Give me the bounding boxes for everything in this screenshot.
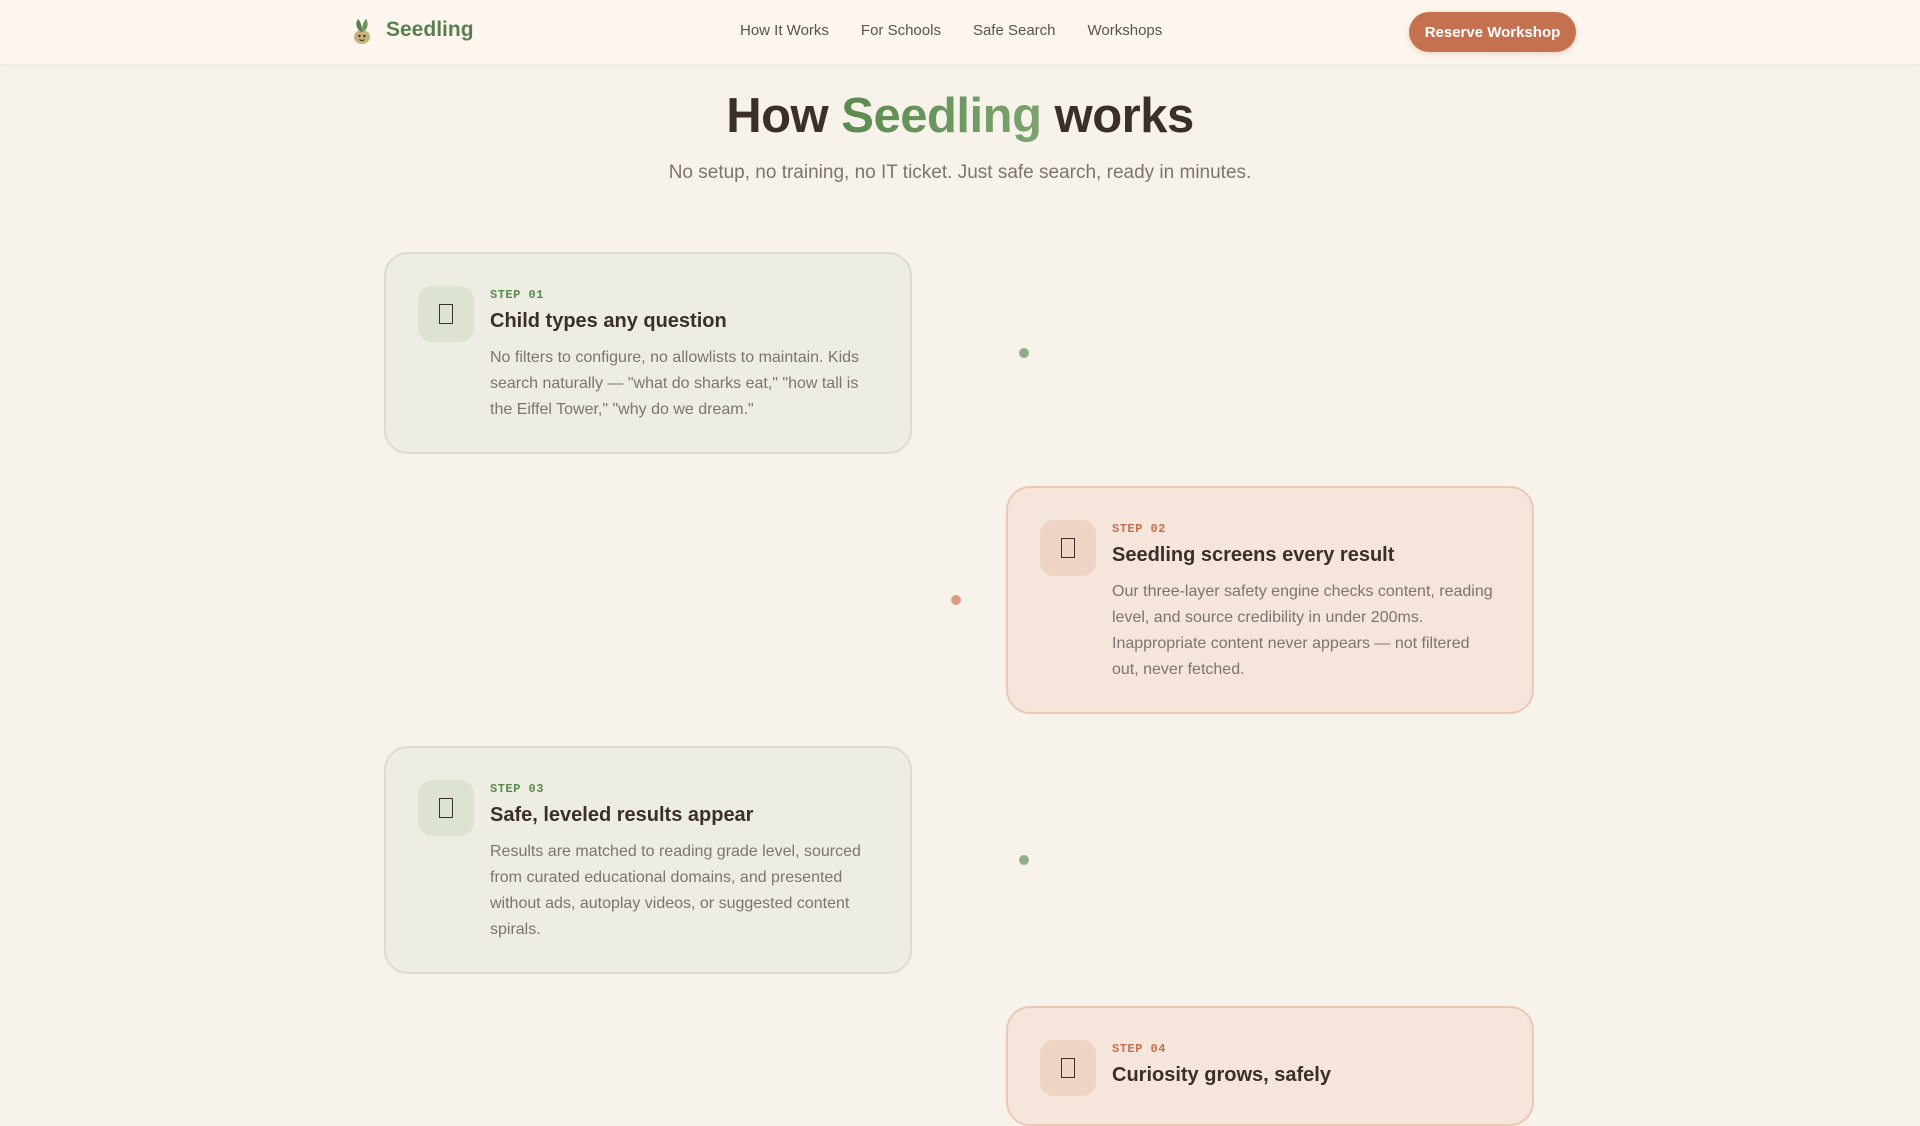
step-2-label: STEP 02 [1112, 522, 1166, 536]
step-3-title: Safe, leveled results appear [490, 804, 754, 826]
nav-safe-search[interactable]: Safe Search [973, 22, 1056, 39]
step-4-label: STEP 04 [1112, 1042, 1166, 1056]
page-title: How Seedling works [0, 88, 1920, 144]
title-prefix: How [726, 89, 829, 143]
nav-how-it-works[interactable]: How It Works [740, 22, 829, 39]
nav-for-schools[interactable]: For Schools [861, 22, 941, 39]
step-4-icon [1061, 1058, 1075, 1078]
step-4-title: Curiosity grows, safely [1112, 1064, 1331, 1086]
step-2-title: Seedling screens every result [1112, 544, 1395, 566]
step-1-description: No filters to configure, no allowlists t… [490, 349, 860, 418]
nav-workshops[interactable]: Workshops [1088, 22, 1163, 39]
step-4-icon-box [1040, 1040, 1096, 1096]
timeline-dot-1 [1019, 348, 1029, 358]
title-accent: Seedling [841, 89, 1042, 143]
timeline-dot-3 [1019, 855, 1029, 865]
page-subtitle: No setup, no training, no IT ticket. Jus… [668, 162, 1252, 183]
step-3-label: STEP 03 [490, 782, 544, 796]
timeline-dot-2 [951, 595, 961, 605]
step-2-description: Our three-layer safety engine checks con… [1112, 583, 1493, 678]
site-header: Seedling How It Works For Schools Safe S… [0, 0, 1920, 64]
step-1-icon-box [418, 286, 474, 342]
step-card-4: STEP 04 Curiosity grows, safely [1006, 1006, 1534, 1126]
brand-logo-link[interactable]: Seedling [350, 15, 474, 45]
step-card-3: STEP 03 Safe, leveled results appear Res… [384, 746, 912, 974]
brand-name: Seedling [386, 18, 474, 41]
step-2-icon [1061, 538, 1075, 558]
step-2-icon-box [1040, 520, 1096, 576]
title-suffix: works [1054, 89, 1195, 143]
seedling-logo-icon [354, 19, 370, 44]
step-card-1: STEP 01 Child types any question No filt… [384, 252, 912, 454]
reserve-workshop-button[interactable]: Reserve Workshop [1409, 12, 1576, 52]
step-1-icon [439, 304, 453, 324]
step-3-description: Results are matched to reading grade lev… [490, 843, 861, 938]
step-card-2: STEP 02 Seedling screens every result Ou… [1006, 486, 1534, 714]
step-3-icon-box [418, 780, 474, 836]
main-nav: How It Works For Schools Safe Search Wor… [740, 22, 1162, 39]
step-3-icon [439, 798, 453, 818]
step-1-title: Child types any question [490, 310, 727, 332]
step-1-label: STEP 01 [490, 288, 544, 302]
